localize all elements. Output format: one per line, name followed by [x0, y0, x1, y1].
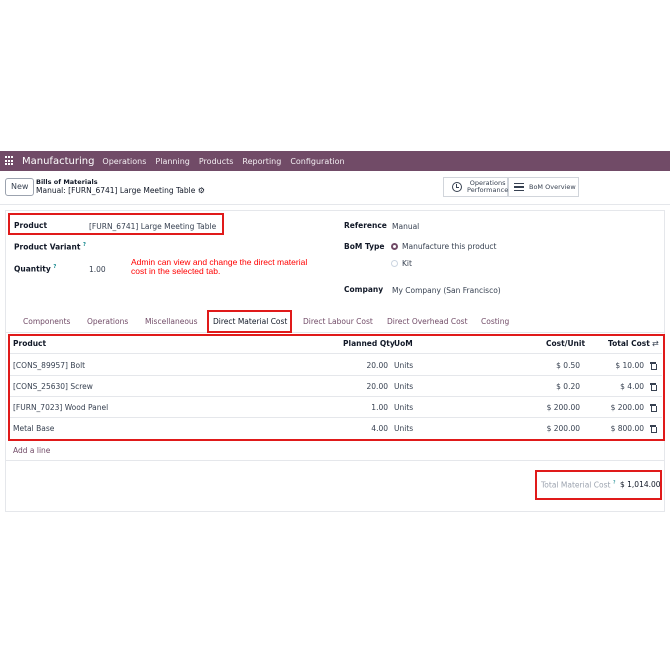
menu-products[interactable]: Products: [199, 157, 234, 166]
top-navbar: Manufacturing Operations Planning Produc…: [0, 151, 670, 171]
clock-icon: [452, 182, 462, 192]
tab-direct-labour-cost[interactable]: Direct Labour Cost: [303, 317, 373, 326]
product-variant-label-text: Product Variant: [14, 242, 81, 252]
operations-performance-line2: Performance: [467, 186, 509, 194]
bom-type-option-manufacture[interactable]: Manufacture this product: [402, 242, 496, 251]
list-icon: [514, 181, 524, 194]
app-name[interactable]: Manufacturing: [22, 156, 94, 167]
quantity-label-text: Quantity: [14, 264, 51, 274]
bom-type-option-kit[interactable]: Kit: [402, 259, 412, 268]
footer-separator: [5, 460, 665, 461]
apps-grid-icon[interactable]: [5, 156, 15, 166]
radio-kit[interactable]: [391, 260, 398, 267]
tab-components[interactable]: Components: [23, 317, 70, 326]
bom-overview-label: BoM Overview: [529, 183, 576, 191]
quantity-label: Quantity ?: [14, 264, 56, 274]
menu-configuration[interactable]: Configuration: [290, 157, 344, 166]
company-label: Company: [344, 285, 384, 294]
quantity-field[interactable]: 1.00: [89, 265, 106, 274]
variant-help-icon[interactable]: ?: [83, 242, 86, 248]
bom-overview-button[interactable]: BoM Overview: [508, 177, 579, 197]
reference-label: Reference: [344, 221, 387, 230]
tab-miscellaneous[interactable]: Miscellaneous: [145, 317, 198, 326]
tab-direct-overhead-cost[interactable]: Direct Overhead Cost: [387, 317, 468, 326]
reference-field[interactable]: Manual: [392, 222, 419, 231]
menu-planning[interactable]: Planning: [155, 157, 189, 166]
annotation-line2: cost in the selected tab.: [131, 266, 221, 276]
gear-icon[interactable]: ⚙: [198, 186, 205, 195]
product-variant-label: Product Variant ?: [14, 242, 86, 252]
tab-operations[interactable]: Operations: [87, 317, 128, 326]
operations-performance-button[interactable]: Operations Performance: [443, 177, 508, 197]
total-highlight-box: [535, 470, 662, 500]
operations-performance-label: Operations Performance: [467, 180, 508, 194]
breadcrumb-current-label: Manual: [FURN_6741] Large Meeting Table: [36, 186, 196, 195]
company-field[interactable]: My Company (San Francisco): [392, 286, 501, 295]
new-button[interactable]: New: [5, 178, 35, 196]
menu-reporting[interactable]: Reporting: [242, 157, 281, 166]
tab-costing[interactable]: Costing: [481, 317, 509, 326]
table-highlight-box: [8, 334, 665, 441]
active-tab-highlight-box: [207, 310, 292, 333]
product-highlight-box: [8, 213, 224, 235]
radio-manufacture[interactable]: [391, 243, 398, 250]
annotation-note: Admin can view and change the direct mat…: [131, 258, 307, 276]
breadcrumb-current: Manual: [FURN_6741] Large Meeting Table …: [36, 186, 205, 195]
control-panel: New Bills of Materials Manual: [FURN_674…: [0, 171, 670, 205]
tabs-divider: [5, 332, 665, 333]
breadcrumb-parent[interactable]: Bills of Materials: [36, 178, 98, 186]
menu-operations[interactable]: Operations: [102, 157, 146, 166]
bom-type-label: BoM Type: [344, 242, 385, 251]
add-line-link[interactable]: Add a line: [13, 446, 50, 455]
quantity-help-icon[interactable]: ?: [53, 264, 56, 270]
